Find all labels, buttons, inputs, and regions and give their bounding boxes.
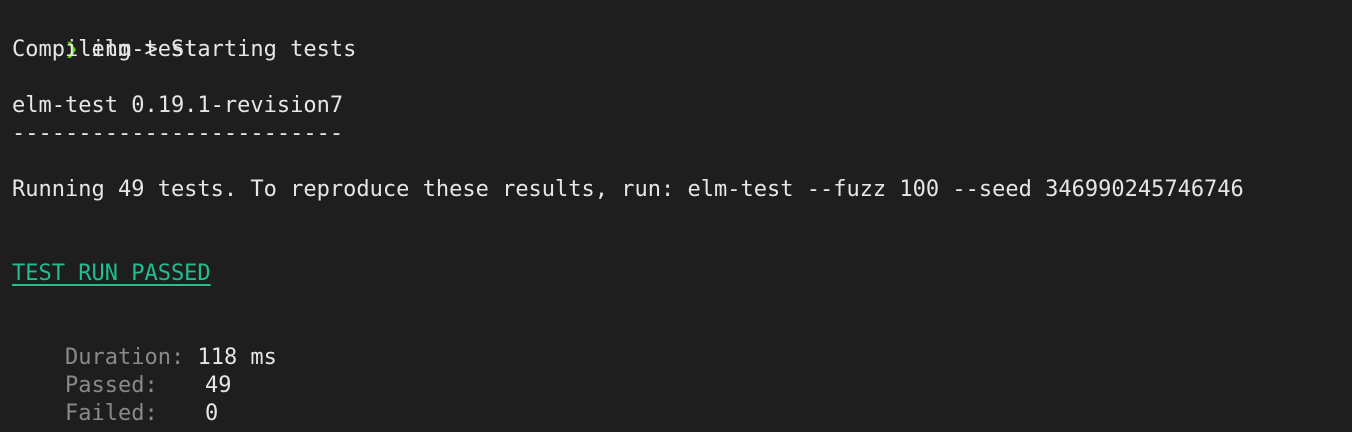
failed-label: Failed: [64, 401, 158, 426]
divider-line: ------------------------- [12, 121, 344, 146]
compile-status: Compiling > Starting tests [12, 37, 357, 62]
running-tests-line: Running 49 tests. To reproduce these res… [12, 177, 1244, 202]
terminal-window: ❯ elm-test Compiling > Starting tests el… [0, 0, 1352, 432]
failed-value: 0 [204, 401, 219, 426]
test-result-status: TEST RUN PASSED [12, 261, 211, 286]
prompt-line: ❯ elm-test [12, 8, 197, 62]
passed-row: Passed: 49 [12, 344, 232, 398]
version-line: elm-test 0.19.1-revision7 [12, 93, 344, 118]
failed-row: Failed: 0 [12, 372, 218, 426]
duration-row: Duration: 118 ms [12, 316, 277, 370]
